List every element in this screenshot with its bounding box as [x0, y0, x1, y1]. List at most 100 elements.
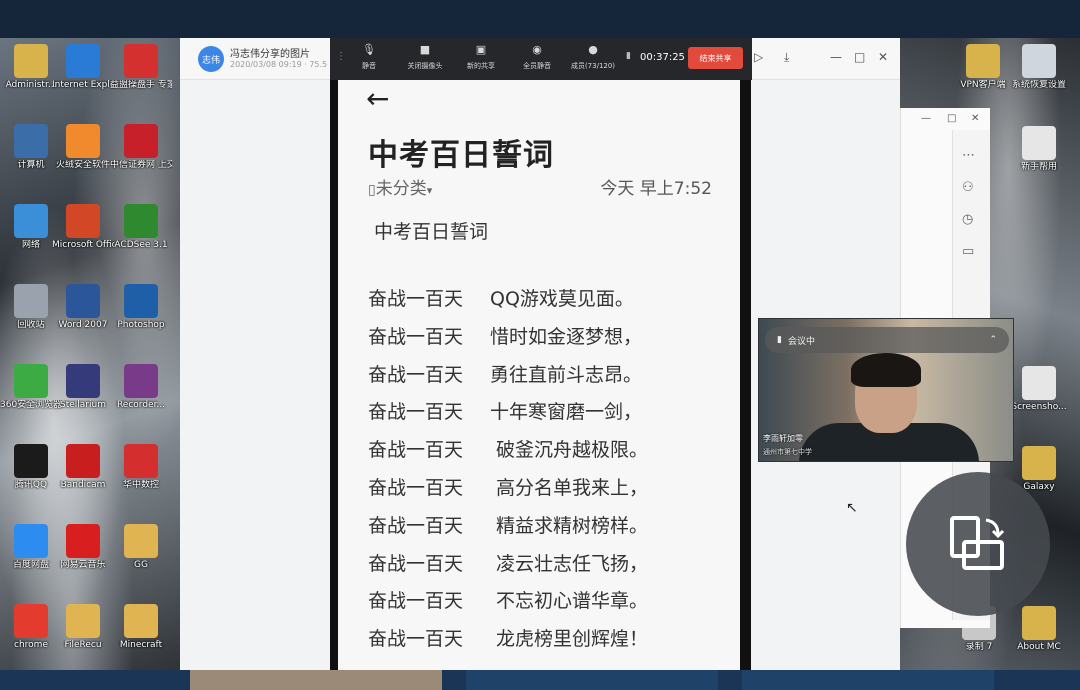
- download-icon[interactable]: ⤓: [784, 50, 789, 65]
- desktop-icon[interactable]: Screensho...: [1008, 366, 1070, 413]
- taskbar-thumbnail[interactable]: [742, 670, 994, 690]
- line-prefix: 奋战一百天: [368, 552, 464, 575]
- more-icon[interactable]: ⋯: [962, 148, 975, 163]
- close-button[interactable]: ✕: [971, 113, 979, 124]
- trash-icon: [14, 284, 48, 318]
- desktop-icon-label: Bandicam: [60, 480, 106, 490]
- rotate-screen-button[interactable]: [906, 472, 1050, 616]
- desktop-icon[interactable]: Stellarium: [52, 364, 114, 411]
- folder-icon: [1022, 606, 1056, 640]
- taskbar-thumbnail[interactable]: [466, 670, 718, 690]
- desktop-icon[interactable]: Microsoft Office Po...: [52, 204, 114, 251]
- desktop-icon[interactable]: 系统恢复设置: [1008, 44, 1070, 91]
- note-line: 奋战一百天 精益求精树榜样。: [368, 511, 648, 538]
- folder-icon: [124, 524, 158, 558]
- share-screen-icon: ▣: [475, 43, 487, 56]
- line-prefix: 奋战一百天: [368, 401, 464, 424]
- note-line: 奋战一百天 凌云壮志任飞扬，: [368, 549, 648, 576]
- desktop-icon[interactable]: GG: [110, 524, 172, 571]
- minimize-button[interactable]: —: [921, 113, 931, 124]
- line-text: 凌云壮志任飞扬，: [490, 552, 649, 575]
- note-category[interactable]: ▯未分类▾: [368, 174, 432, 199]
- new-share-button[interactable]: ▣ 新的共享: [454, 43, 508, 71]
- desktop-icon-label: Internet Explorer: [52, 80, 114, 90]
- add-user-icon[interactable]: ⚇: [962, 180, 974, 195]
- cloud-icon: [14, 524, 48, 558]
- desktop-icon[interactable]: 火绒安全软件: [52, 124, 114, 171]
- mute-label: 静音: [362, 62, 376, 70]
- mute-button[interactable]: 🎙 静音: [342, 43, 396, 71]
- desktop-icon[interactable]: 华中数控: [110, 444, 172, 491]
- desktop-icon-label: 系统恢复设置: [1011, 80, 1066, 90]
- pin-icon[interactable]: ▷: [754, 50, 763, 64]
- desktop-icon-label: 录制 7: [965, 642, 993, 652]
- doc-icon: [1022, 126, 1056, 160]
- line-text: 勇往直前斗志昂。: [490, 363, 643, 386]
- desktop-icon[interactable]: 新手帮用: [1008, 126, 1070, 173]
- avatar[interactable]: 志伟: [198, 46, 224, 72]
- note-body-title: 中考百日誓词: [374, 221, 489, 243]
- members-icon: ●: [588, 43, 598, 56]
- meeting-toolbar: ⋮ 🎙 静音 ■ 关闭摄像头 ▣ 新的共享 ◉ 全员静音 ● 成员(73/120…: [330, 38, 752, 80]
- desktop-icon-label: 华中数控: [122, 480, 159, 490]
- desktop-icon[interactable]: Recorder...: [110, 364, 172, 411]
- participant-school: 通州市第七中学: [763, 448, 812, 456]
- desktop-icon-label: Microsoft Office Po...: [52, 240, 114, 250]
- desktop-icon[interactable]: VPN客户端: [952, 44, 1014, 91]
- members-label: 成员(73/120): [570, 62, 616, 70]
- line-text: 不忘初心谱华章。: [490, 590, 649, 613]
- moon-icon: [66, 364, 100, 398]
- desktop-icon[interactable]: FileRecu: [52, 604, 114, 651]
- desktop-icon[interactable]: Word 2007: [52, 284, 114, 331]
- desktop-icon-label: Recorder...: [116, 400, 166, 410]
- taskbar-thumbnail[interactable]: [190, 670, 442, 690]
- line-prefix: 奋战一百天: [368, 325, 464, 348]
- desktop-icon[interactable]: 网易云音乐: [52, 524, 114, 571]
- app-icon: [124, 444, 158, 478]
- desktop-icon-label: 新手帮用: [1020, 162, 1057, 172]
- line-prefix: 奋战一百天: [368, 288, 464, 310]
- shield-icon: [66, 124, 100, 158]
- top-band: [0, 0, 1080, 38]
- note-line: 奋战一百天 勇往直前斗志昂。: [368, 360, 642, 387]
- share-title: 冯志伟分享的图片: [230, 49, 310, 60]
- note-line: 奋战一百天 破釜沉舟越极限。: [368, 435, 648, 462]
- app-icon: [124, 124, 158, 158]
- close-button[interactable]: ✕: [878, 50, 888, 64]
- desktop-icon[interactable]: Minecraft: [110, 604, 172, 651]
- desktop-icon-label: Screensho...: [1011, 402, 1067, 412]
- desktop-icon[interactable]: ACDSee 3.1: [110, 204, 172, 251]
- desktop-icon[interactable]: Bandicam: [52, 444, 114, 491]
- line-text: QQ游戏莫见面。: [490, 288, 634, 310]
- participant-video[interactable]: ▮ 会议中 ⌃ 李雨轩加零 通州市第七中学: [758, 318, 1014, 462]
- maximize-button[interactable]: □: [947, 113, 956, 124]
- back-arrow-icon[interactable]: ←: [366, 82, 389, 115]
- end-share-button[interactable]: 结束共享: [688, 47, 743, 69]
- mic-icon: 🎙: [362, 43, 376, 56]
- chevron-up-icon[interactable]: ⌃: [989, 335, 997, 345]
- desktop-icon[interactable]: Photoshop: [110, 284, 172, 331]
- doc-icon: [1022, 366, 1056, 400]
- desktop-icon-label: FileRecu: [64, 640, 102, 650]
- desktop-icon[interactable]: Internet Explorer: [52, 44, 114, 91]
- desktop-icon-label: 益盟操盘手 专家: [110, 80, 172, 90]
- mute-all-label: 全员静音: [523, 62, 551, 70]
- line-text: 十年寒窗磨一剑，: [490, 401, 643, 424]
- line-text: 惜时如金逐梦想，: [490, 325, 643, 348]
- desktop-icon[interactable]: About MC: [1008, 606, 1070, 653]
- maximize-button[interactable]: □: [854, 50, 865, 64]
- share-time: 2020/03/08 09:19 · 75.5: [230, 60, 328, 69]
- folder-icon[interactable]: ▭: [962, 244, 974, 259]
- desktop-icon[interactable]: 中信证券网 上交易极...: [110, 124, 172, 171]
- mute-all-button[interactable]: ◉ 全员静音: [510, 43, 564, 71]
- chrome-icon: [14, 604, 48, 638]
- minimize-button[interactable]: —: [830, 50, 842, 64]
- camera-off-button[interactable]: ■ 关闭摄像头: [398, 43, 452, 71]
- folder-icon: [14, 44, 48, 78]
- mute-all-icon: ◉: [532, 43, 542, 56]
- desktop-icon-label: GG: [134, 560, 148, 570]
- desktop-icon[interactable]: 益盟操盘手 专家: [110, 44, 172, 91]
- video-status-bar: ▮ 会议中 ⌃: [765, 327, 1009, 353]
- members-button[interactable]: ● 成员(73/120): [566, 43, 620, 71]
- history-icon[interactable]: ◷: [962, 212, 973, 227]
